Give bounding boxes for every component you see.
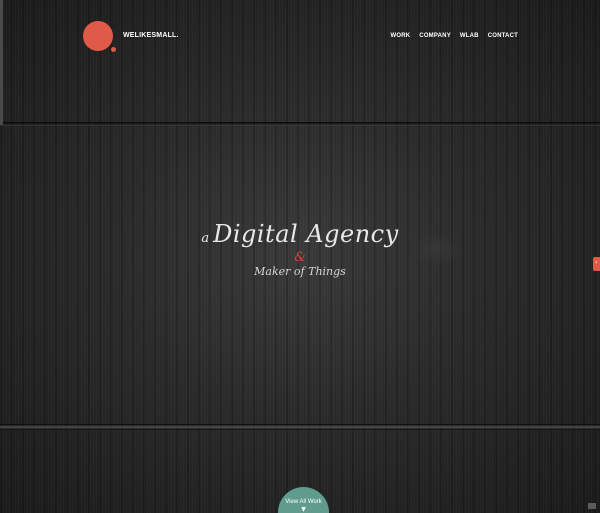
logo-wordmark: WELIKESMALL. — [123, 32, 179, 39]
scroll-edge — [0, 0, 3, 125]
nav-item-company[interactable]: COMPANY — [419, 33, 451, 39]
hero-subtitle: Maker of Things — [254, 265, 346, 278]
logo[interactable]: WELIKESMALL. — [83, 21, 179, 52]
wood-seam — [0, 424, 600, 430]
hero-ampersand: & — [294, 250, 306, 265]
page: WELIKESMALL. WORK COMPANY WLAB CONTACT a… — [0, 0, 600, 513]
hero-title: Digital Agency — [213, 220, 399, 248]
view-all-work-button[interactable]: View All Work ▼ — [278, 487, 329, 513]
wood-seam — [0, 122, 600, 126]
nav-item-work[interactable]: WORK — [390, 33, 410, 39]
chevron-down-icon: ▼ — [301, 506, 306, 513]
logo-mark-icon — [83, 21, 116, 52]
nav-item-contact[interactable]: CONTACT — [488, 33, 518, 39]
hero-headline: a Digital Agency — [0, 222, 600, 246]
hero: a Digital Agency & Maker of Things — [0, 222, 600, 277]
hero-prefix: a — [201, 231, 210, 246]
side-tab-button[interactable]: ‹ — [593, 257, 600, 271]
view-all-work-label: View All Work — [285, 499, 322, 505]
logo-mark-dot — [111, 47, 116, 52]
chevron-left-icon: ‹ — [595, 259, 598, 266]
corner-widget[interactable] — [588, 503, 596, 509]
nav-item-wlab[interactable]: WLAB — [460, 33, 479, 39]
main-nav: WORK COMPANY WLAB CONTACT — [390, 33, 518, 39]
